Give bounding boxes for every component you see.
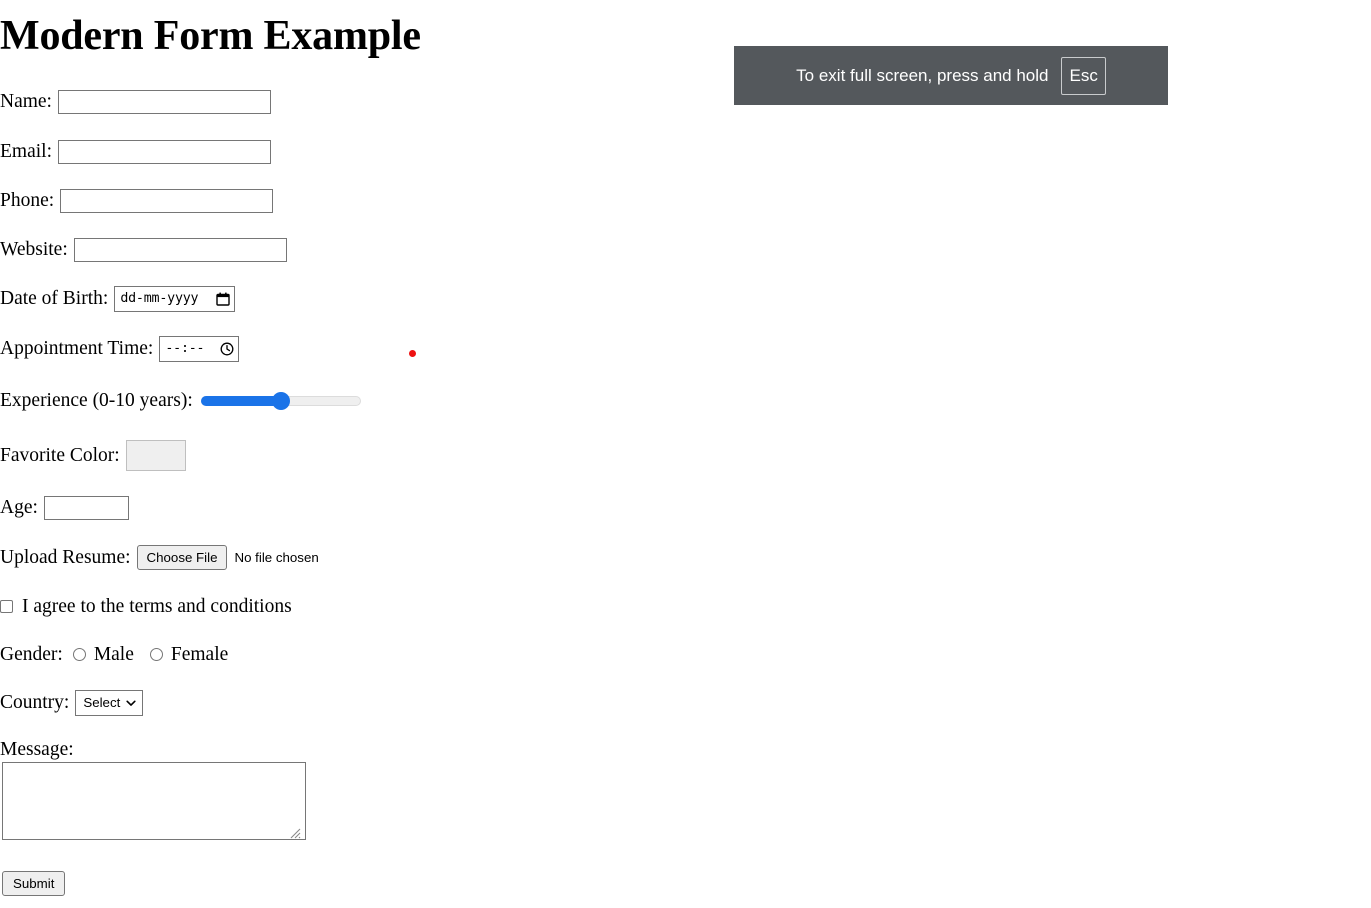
form-row-phone: Phone: [0,189,274,213]
form-row-email: Email: [0,140,271,164]
radio-female-label: Female [170,644,229,665]
name-input[interactable] [57,90,271,114]
country-select[interactable]: Select [75,690,144,716]
slider-thumb[interactable] [271,391,290,410]
page-title: Modern Form Example [0,13,421,59]
age-input[interactable] [43,496,129,520]
file-status-text: No file chosen [234,549,319,565]
chevron-down-icon [126,698,136,708]
country-selected-value: Select [83,695,121,711]
email-input[interactable] [58,140,271,164]
time-placeholder: --:-- [165,341,205,357]
form-row-age: Age: [0,496,129,520]
form-row-appointment-time: Appointment Time: --:-- [0,336,240,362]
experience-label: Experience (0-10 years): [0,390,193,411]
radio-male-label: Male [93,644,134,665]
website-label: Website: [0,239,68,261]
date-of-birth-input[interactable]: dd-mm-yyyy [114,286,236,312]
form-row-gender: Gender: Male Female [0,645,228,665]
choose-file-button[interactable]: Choose File [136,545,228,570]
radio-male[interactable] [72,648,86,662]
experience-slider[interactable] [200,391,361,410]
form-row-terms: I agree to the terms and conditions [0,597,292,617]
form-row-name: Name: [0,90,271,114]
radio-female[interactable] [149,648,163,662]
date-placeholder: dd-mm-yyyy [120,291,199,307]
submit-button[interactable]: Submit [2,871,66,896]
cursor-marker-dot [409,350,416,357]
phone-label: Phone: [0,190,55,212]
gender-option-male[interactable]: Male [72,644,134,665]
clock-icon[interactable] [220,342,234,356]
country-label: Country: [0,692,70,714]
website-input[interactable] [73,238,287,262]
terms-checkbox[interactable] [0,600,13,614]
terms-label: I agree to the terms and conditions [22,596,292,617]
age-label: Age: [0,497,38,519]
fullscreen-exit-toast: To exit full screen, press and hold Esc [734,46,1168,105]
form-row-upload-resume: Upload Resume: Choose File No file chose… [0,545,319,570]
upload-resume-label: Upload Resume: [0,546,131,568]
message-label: Message: [0,739,74,760]
form-row-date-of-birth: Date of Birth: dd-mm-yyyy [0,286,236,312]
form-row-country: Country: Select [0,690,144,716]
esc-key-badge: Esc [1061,56,1106,95]
phone-input[interactable] [60,189,274,213]
favorite-color-label: Favorite Color: [0,444,120,466]
calendar-icon[interactable] [216,292,231,306]
name-label: Name: [0,91,52,113]
slider-fill [200,395,281,406]
form-row-favorite-color: Favorite Color: [0,440,186,471]
favorite-color-input[interactable] [125,440,186,471]
fullscreen-toast-message: To exit full screen, press and hold [796,65,1049,85]
gender-label: Gender: [0,644,63,665]
appointment-time-label: Appointment Time: [0,338,154,360]
gender-option-female[interactable]: Female [149,644,229,665]
message-textarea[interactable] [2,762,306,840]
form-row-website: Website: [0,238,287,262]
date-of-birth-label: Date of Birth: [0,288,109,310]
email-label: Email: [0,141,52,163]
appointment-time-input[interactable]: --:-- [159,336,240,362]
form-row-experience: Experience (0-10 years): [0,391,361,411]
